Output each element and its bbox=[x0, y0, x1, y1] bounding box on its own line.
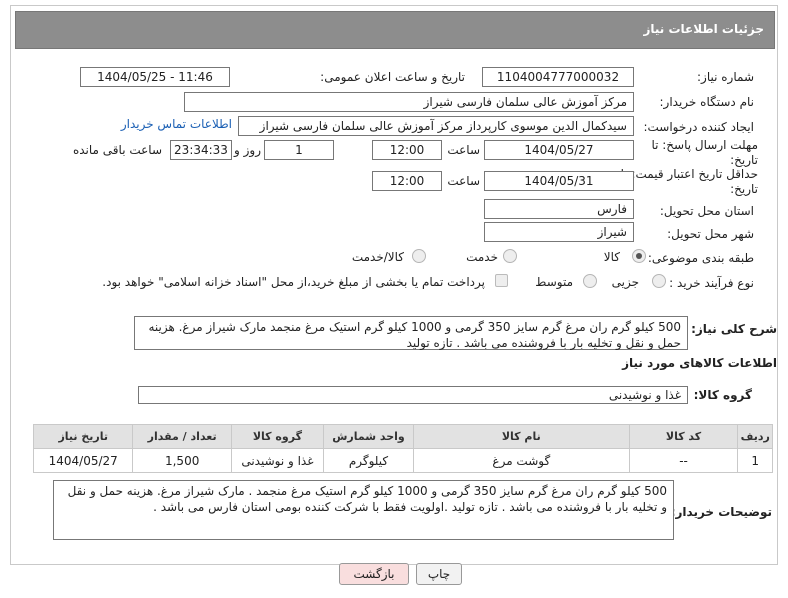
validity-label: حداقل تاریخ اعتبار قیمت: تا تاریخ: bbox=[620, 167, 758, 196]
category-radio-goods[interactable] bbox=[632, 249, 646, 263]
treasury-checkbox[interactable] bbox=[495, 274, 508, 287]
summary-label: شرح کلی نیاز: bbox=[691, 322, 777, 336]
province-label: استان محل تحویل: bbox=[659, 204, 754, 218]
cell-date: 1404/05/27 bbox=[32, 448, 134, 473]
deadline-time-field: 12:00 bbox=[372, 140, 442, 160]
col-code: کد کالا bbox=[628, 424, 739, 449]
cell-row: 1 bbox=[737, 448, 773, 473]
goods-info-title: اطلاعات کالاهای مورد نیاز bbox=[622, 356, 777, 370]
col-group: گروه کالا bbox=[230, 424, 324, 449]
cell-code: -- bbox=[628, 448, 739, 473]
process-label: نوع فرآیند خرید : bbox=[669, 276, 754, 290]
col-date: تاریخ نیاز bbox=[32, 424, 134, 449]
announce-date-field: 1404/05/25 - 11:46 bbox=[80, 67, 230, 87]
panel-header: جزئیات اطلاعات نیاز bbox=[15, 11, 775, 49]
items-table-header: ردیف کد کالا نام کالا واحد شمارش گروه کا… bbox=[32, 424, 773, 449]
process-radio-medium[interactable] bbox=[583, 274, 597, 288]
treasury-note: پرداخت تمام یا بخشی از مبلغ خرید،از محل … bbox=[102, 275, 485, 289]
col-unit: واحد شمارش bbox=[322, 424, 414, 449]
deadline-label: مهلت ارسال پاسخ: تا تاریخ: bbox=[651, 138, 758, 167]
requester-label: ایجاد کننده درخواست: bbox=[643, 120, 754, 134]
cell-qty: 1,500 bbox=[132, 448, 232, 473]
validity-time-label: ساعت bbox=[447, 174, 480, 188]
need-number-label: شماره نیاز: bbox=[697, 70, 754, 84]
print-button[interactable]: چاپ bbox=[416, 563, 462, 585]
city-field: شیراز bbox=[484, 222, 634, 242]
page-title: جزئیات اطلاعات نیاز bbox=[643, 22, 764, 36]
category-radio-both[interactable] bbox=[412, 249, 426, 263]
col-row: ردیف bbox=[737, 424, 773, 449]
category-option-goods: کالا bbox=[603, 250, 620, 264]
validity-time-field: 12:00 bbox=[372, 171, 442, 191]
announce-label: تاریخ و ساعت اعلان عمومی: bbox=[320, 70, 465, 84]
items-table: ردیف کد کالا نام کالا واحد شمارش گروه کا… bbox=[32, 424, 773, 473]
process-option-medium: متوسط bbox=[535, 275, 573, 289]
summary-textarea: 500 کیلو گرم ران مرغ گرم سایز 350 گرمی و… bbox=[134, 316, 688, 350]
table-row: 1 -- گوشت مرغ کیلوگرم غذا و نوشیدنی 1,50… bbox=[32, 448, 773, 473]
category-radio-service[interactable] bbox=[503, 249, 517, 263]
goods-group-label: گروه کالا: bbox=[693, 388, 752, 402]
days-label: روز و bbox=[234, 143, 261, 157]
cell-unit: کیلوگرم bbox=[322, 448, 414, 473]
process-option-minor: جزیی bbox=[611, 275, 639, 289]
days-field: 1 bbox=[264, 140, 334, 160]
back-button[interactable]: بازگشت bbox=[339, 563, 409, 585]
need-number-field: 1104004777000032 bbox=[482, 67, 634, 87]
city-label: شهر محل تحویل: bbox=[667, 227, 754, 241]
buyer-notes-label: توضیحات خریدار: bbox=[670, 505, 772, 519]
col-qty: تعداد / مقدار bbox=[132, 424, 232, 449]
buyer-org-field: مرکز آموزش عالی سلمان فارسی شیراز bbox=[184, 92, 634, 112]
province-field: فارس bbox=[484, 199, 634, 219]
remaining-time-field: 23:34:33 bbox=[170, 140, 232, 160]
process-radio-minor[interactable] bbox=[652, 274, 666, 288]
deadline-date-field: 1404/05/27 bbox=[484, 140, 634, 160]
buyer-org-label: نام دستگاه خریدار: bbox=[659, 95, 755, 109]
category-option-both: کالا/خدمت bbox=[351, 250, 404, 264]
deadline-time-label: ساعت bbox=[447, 143, 480, 157]
requester-field: سیدکمال الدین موسوی کارپرداز مرکز آموزش … bbox=[238, 116, 634, 136]
buyer-notes-textarea: 500 کیلو گرم ران مرغ گرم سایز 350 گرمی و… bbox=[53, 480, 674, 540]
category-label: طبقه بندی موضوعی: bbox=[647, 251, 754, 265]
remaining-label: ساعت باقی مانده bbox=[72, 143, 162, 157]
category-option-service: خدمت bbox=[466, 250, 498, 264]
cell-name: گوشت مرغ bbox=[412, 448, 630, 473]
buyer-contact-link[interactable]: اطلاعات تماس خریدار bbox=[121, 117, 232, 131]
cell-group: غذا و نوشیدنی bbox=[230, 448, 324, 473]
validity-date-field: 1404/05/31 bbox=[484, 171, 634, 191]
col-name: نام کالا bbox=[412, 424, 630, 449]
goods-group-field: غذا و نوشیدنی bbox=[138, 386, 688, 404]
